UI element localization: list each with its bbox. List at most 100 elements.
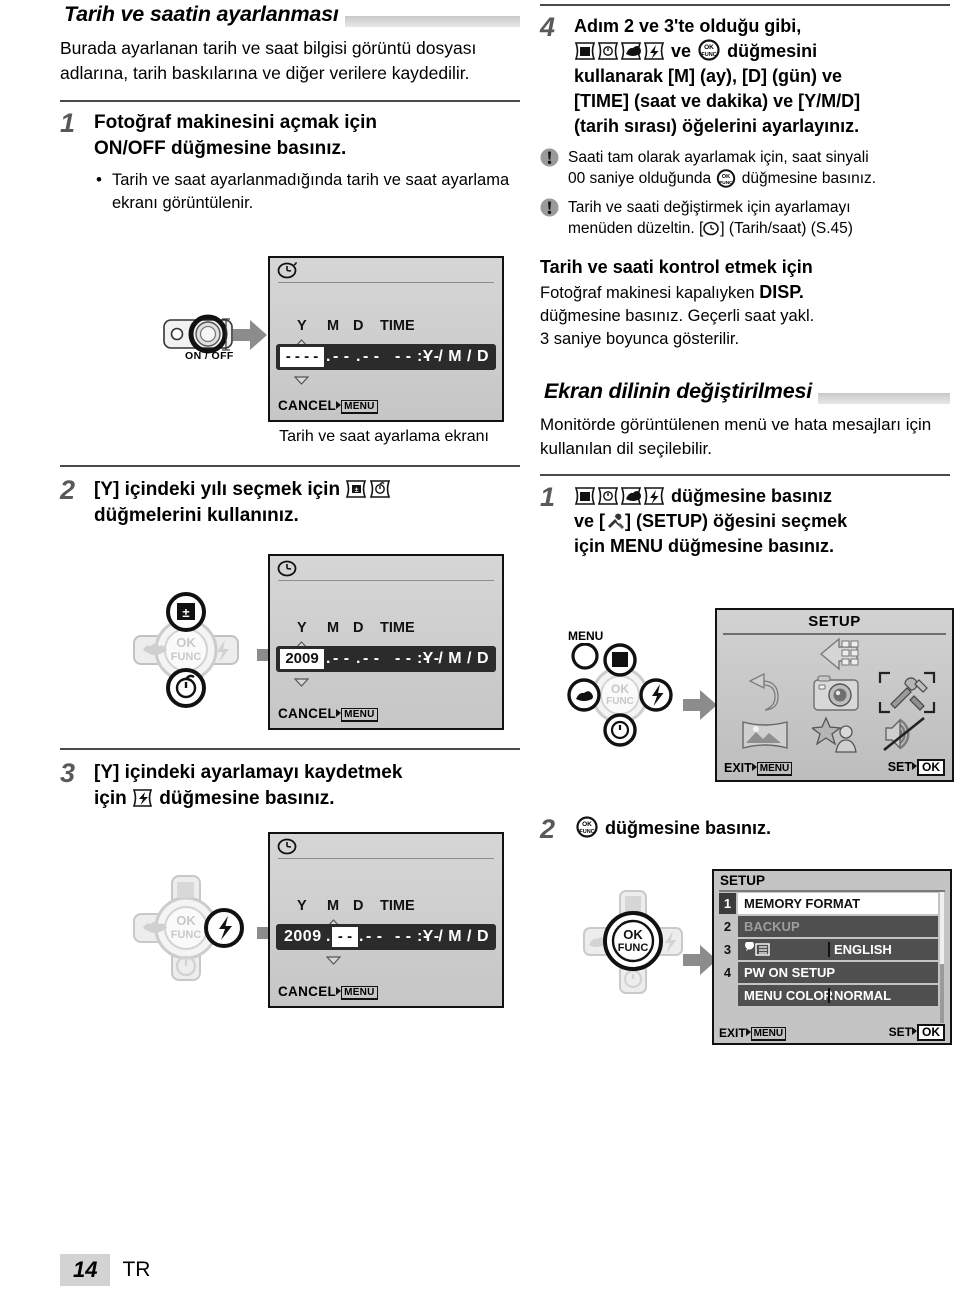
svg-text:OK: OK (623, 927, 643, 942)
svg-text:FUNC: FUNC (579, 829, 594, 835)
lcd2-dot1: . (326, 650, 331, 667)
step-4-line2-mid: ve (671, 41, 692, 61)
right-column: 4 Adım 2 ve 3'te olduğu gibi, ve OK FUNC… (540, 0, 950, 559)
step-2-heading: [Y] içindeki yılı seçmek için ± düğmeler… (94, 477, 520, 529)
onoff-label: ON / OFF (185, 350, 234, 362)
setup-list-row-5[interactable]: MENU COLOR NORMAL (719, 985, 945, 1006)
setup-list-screen: SETUP 1 MEMORY FORMAT 2 BACKUP 3 ENGLISH… (712, 869, 952, 1045)
page-footer: 14 TR (60, 1254, 150, 1286)
lcd-screen-year-set: Y M D TIME 2009 . - - . - - - - : - - Y … (268, 554, 504, 730)
row-3-value: ENGLISH (834, 942, 892, 957)
row-4-index: 4 (723, 965, 732, 980)
lang-step-1-line2-post: ] (SETUP) öğesini seçmek (625, 511, 848, 531)
check-line3: 3 saniye boyunca gösterilir. (540, 330, 740, 348)
lcd2-dot2: . (356, 650, 361, 667)
lcd3-hour: - - (395, 928, 412, 945)
setup-list-row-3[interactable]: 3 ENGLISH (719, 939, 945, 960)
lcd1-cancel-hint: CANCEL MENU (278, 398, 378, 414)
setup-screen-set-hint: SET OK (888, 759, 945, 776)
lcd3-value-field: 2009 . - - . - - - - : - - Y / M / D (276, 924, 496, 950)
note-2-line-b-pre: menüden düzeltin. [ (568, 220, 704, 237)
manual-page: Tarih ve saatin ayarlanması Burada ayarl… (0, 0, 960, 1304)
step-1: 1 Fotoğraf makinesini açmak için ON/OFF … (60, 108, 520, 215)
setup-list-row-4[interactable]: 4 PW ON SETUP (719, 962, 945, 983)
svg-text:OK: OK (582, 821, 592, 828)
four-way-controller-icon: OK FUNC (583, 890, 683, 994)
svg-text:OK: OK (722, 174, 730, 180)
step-2-block: 2 [Y] içindeki yılı seçmek için ± düğmel… (60, 465, 520, 529)
lcd2-year-highlight: 2009 (280, 649, 324, 669)
lang-step-2-text: düğmesine basınız. (605, 818, 772, 838)
step-3-line1: [Y] içindeki ayarlamayı kaydetmek (94, 762, 403, 783)
check-line2: düğmesine basınız. Geçerli saat yakl. (540, 307, 815, 325)
clock-icon (277, 560, 297, 582)
lang-step-1-line3: için MENU düğmesine basınız. (574, 536, 835, 556)
ok-func-button-icon: OK FUNC (696, 39, 722, 61)
note-1-line-a: Saati tam olarak ayarlamak için, saat si… (568, 149, 869, 166)
controller-pad-step3: OK FUNC (126, 868, 246, 993)
step-4: 4 Adım 2 ve 3'te olduğu gibi, ve OK FUNC… (540, 12, 950, 139)
note-1-line-b-pre: 00 saniye olduğunda (568, 170, 712, 187)
lang-step-1: 1 düğmesine basınız ve [] (SETUP) öğesi… (540, 482, 950, 559)
undo-arrow-icon (748, 673, 779, 711)
lcd2-menu-tag: MENU (341, 708, 378, 722)
lcd2-day: - - (363, 650, 380, 667)
flash-button-icon (132, 787, 154, 809)
row-5-index (719, 985, 736, 1006)
step-1-number: 1 (60, 108, 76, 138)
svg-text:±: ± (355, 487, 359, 494)
ok-func-button-icon: OK FUNC (715, 169, 737, 188)
step-4-line2-end: düğmesini (727, 41, 818, 61)
silhouette-icon (819, 637, 859, 671)
svg-text:FUNC: FUNC (720, 180, 734, 186)
section-heading-date-time: Tarih ve saatin ayarlanması (60, 0, 520, 30)
setup-list-row-2[interactable]: 2 BACKUP (719, 916, 945, 937)
controller-pad-step2: OK FUNC ± (126, 590, 246, 715)
step-3-number: 3 (60, 758, 76, 788)
lcd3-dot1: . (326, 928, 331, 945)
row-3-body: ENGLISH (738, 939, 938, 960)
svg-text:OK: OK (176, 635, 196, 650)
check-line1-pre: Fotoğraf makinesi kapalıyken (540, 284, 760, 302)
lcd2-header-y: Y (297, 620, 307, 636)
step-2-number: 2 (60, 475, 76, 505)
lcd1-header-m: M (327, 318, 340, 334)
divider-3 (60, 748, 520, 750)
left-column: Tarih ve saatin ayarlanması Burada ayarl… (60, 0, 520, 215)
section-title: Tarih ve saatin ayarlanması (60, 0, 345, 28)
section-heading-language: Ekran dilinin değiştirilmesi (540, 377, 950, 407)
setup-list-title: SETUP (720, 873, 766, 888)
lcd1-header-y: Y (297, 318, 307, 334)
ok-func-button-icon: OK FUNC (574, 816, 600, 838)
setup-list-row-1[interactable]: 1 MEMORY FORMAT (719, 893, 945, 914)
lcd3-order: Y / M / D (422, 928, 489, 945)
lcd2-order: Y / M / D (422, 650, 489, 667)
four-way-controller-icon: OK FUNC ± (133, 592, 239, 708)
setup-tools-icon (605, 512, 625, 531)
language-icon (744, 940, 770, 962)
step-3-line2-pre: için (94, 788, 127, 809)
svg-text:FUNC: FUNC (606, 696, 634, 707)
menu-button-label: MENU (568, 629, 604, 643)
scrollbar[interactable] (940, 892, 944, 1023)
note-1-line-b-post: düğmesine basınız. (741, 170, 877, 187)
lang-step-1-line2-pre: ve [ (574, 511, 606, 531)
step-4-line4: [TIME] (saat ve dakika) ve [Y/M/D] (574, 91, 861, 111)
lcd2-header-m: M (327, 620, 340, 636)
row-4-label: PW ON SETUP (744, 965, 836, 980)
lcd1-hour: - - (395, 348, 412, 365)
page-number: 14 (60, 1254, 111, 1286)
lcd2-cancel-label: CANCEL (278, 706, 337, 721)
caution-note-1: Saati tam olarak ayarlamak için, saat si… (540, 147, 950, 189)
step-4-line1: Adım 2 ve 3'te olduğu gibi, (574, 16, 802, 36)
lcd2-hour: - - (395, 650, 412, 667)
divider-2 (60, 465, 520, 467)
disp-button-label: DISP. (759, 282, 804, 302)
list-set-label: SET (888, 1025, 912, 1039)
lcd1-order: Y / M / D (422, 348, 489, 365)
scene-person-icon (812, 716, 857, 753)
lcd1-menu-tag: MENU (341, 400, 378, 414)
tools-setup-icon (878, 671, 936, 714)
clock-icon (703, 221, 720, 236)
svg-text:FUNC: FUNC (618, 942, 649, 954)
